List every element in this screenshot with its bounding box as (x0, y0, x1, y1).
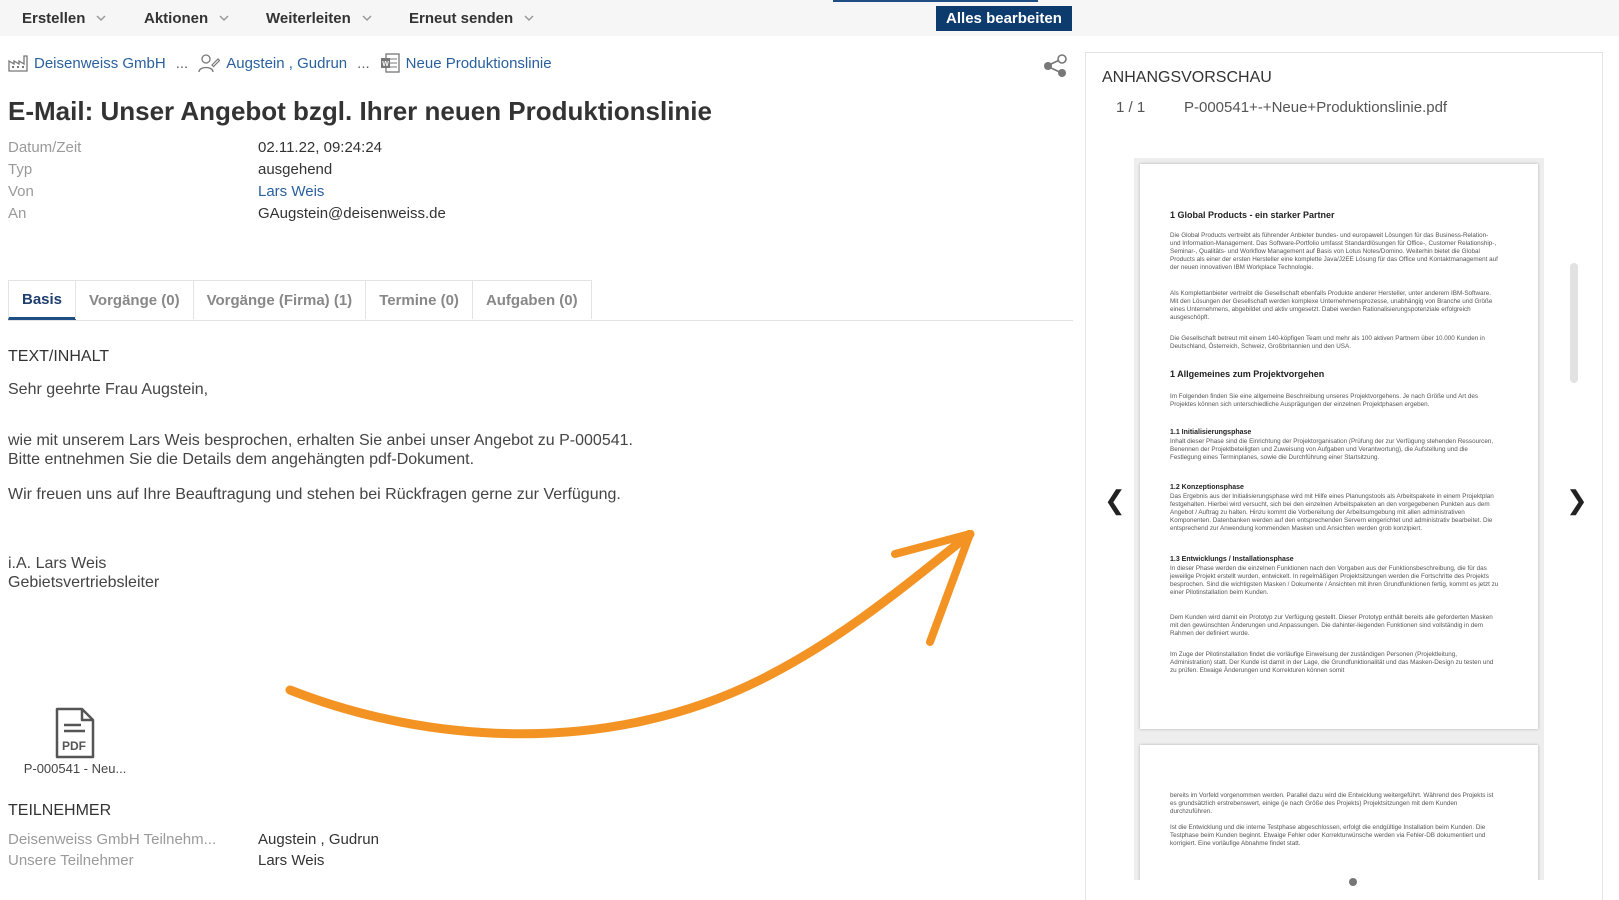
email-body-line: Bitte entnehmen Sie die Details dem ange… (8, 451, 475, 468)
participant-row: Unsere Teilnehmer Lars Weis (8, 852, 324, 869)
doc-paragraph: Im Zuge der Pilotinstallation findet die… (1170, 651, 1494, 674)
preview-scrollbar[interactable] (1570, 158, 1578, 858)
meta-label: Von (8, 182, 34, 200)
doc-subheading: 1.3 Entwicklungs / Installationsphase (1170, 556, 1294, 563)
meta-value: ausgehend (258, 160, 333, 178)
toolbar-accent-line (833, 0, 1038, 2)
aktionen-menu[interactable]: Aktionen (144, 0, 230, 36)
doc-paragraph: Als Komplettanbieter vertreibt die Gesel… (1170, 290, 1493, 321)
attachment-label: P-000541 - Neu... (23, 761, 127, 776)
teilnehmer-heading: TEILNEHMER (8, 802, 112, 819)
word-document-icon: W (380, 53, 400, 73)
doc-paragraph: Inhalt dieser Phase sind die Einrichtung… (1170, 438, 1494, 461)
meta-label: Typ (8, 160, 33, 178)
email-signature-name: i.A. Lars Weis (8, 555, 107, 572)
participant-value: Augstein , Gudrun (258, 831, 379, 848)
erneut-senden-menu[interactable]: Erneut senden (409, 0, 535, 36)
pdf-attachment[interactable]: PDF P-000541 - Neu... (20, 707, 130, 776)
meta-value: 02.11.22, 09:24:24 (258, 138, 382, 156)
doc-subheading: 1.1 Initialisierungsphase (1170, 429, 1252, 436)
participant-value: Lars Weis (258, 852, 325, 869)
attachment-preview-panel: ANHANGSVORSCHAU 1 / 1 P-000541+-+Neue+Pr… (1085, 52, 1603, 900)
breadcrumb-separator: ... (357, 54, 370, 72)
chevron-down-icon (524, 15, 534, 22)
decorative-arrow (285, 530, 975, 739)
erstellen-label: Erstellen (22, 9, 86, 27)
pdf-page: bereits im Vorfeld vorgenommen werden. P… (1140, 745, 1538, 880)
preview-document-area[interactable]: 1 Global Products - ein starker Partner … (1134, 158, 1544, 880)
scrollbar-thumb[interactable] (1570, 263, 1578, 383)
contact-edit-icon (198, 54, 221, 73)
preview-filename: P-000541+-+Neue+Produktionslinie.pdf (1184, 99, 1448, 116)
meta-row-typ: Typ ausgehend (8, 158, 708, 180)
sender-link[interactable]: Lars Weis (258, 183, 324, 200)
preview-page-count: 1 / 1 (1116, 99, 1146, 116)
meta-row-datum: Datum/Zeit 02.11.22, 09:24:24 (8, 136, 708, 158)
breadcrumb-project-label: Neue Produktionslinie (405, 54, 552, 72)
breadcrumb-separator: ... (175, 54, 189, 72)
doc-subheading: 1.2 Konzeptionsphase (1170, 484, 1244, 491)
doc-paragraph: Das Ergebnis aus der Initialisierungspha… (1170, 493, 1494, 532)
doc-paragraph: Die Global Products vertreibt als führen… (1170, 232, 1498, 271)
doc-paragraph: Ist die Entwicklung und die interne Test… (1170, 824, 1486, 847)
weiterleiten-menu[interactable]: Weiterleiten (266, 0, 373, 36)
tab-vorgaenge-firma[interactable]: Vorgänge (Firma) (1) (192, 280, 367, 319)
breadcrumb-contact-label: Augstein , Gudrun (226, 54, 348, 72)
factory-icon (8, 55, 28, 72)
tab-vorgaenge[interactable]: Vorgänge (0) (75, 280, 194, 319)
preview-prev-button[interactable]: ❮ (1104, 485, 1126, 516)
doc-paragraph: Im Folgenden finden Sie eine allgemeine … (1170, 393, 1479, 408)
email-greeting: Sehr geehrte Frau Augstein, (8, 381, 209, 398)
meta-label: Datum/Zeit (8, 138, 82, 156)
breadcrumb-project[interactable]: W Neue Produktionslinie (380, 53, 552, 73)
toolbar: Erstellen Aktionen Weiterleiten Erneut s… (0, 0, 1619, 36)
doc-heading: 1 Allgemeines zum Projektvorgehen (1170, 369, 1325, 379)
tab-basis[interactable]: Basis (8, 280, 77, 320)
breadcrumb-company[interactable]: Deisenweiss GmbH (8, 54, 166, 72)
erneut-senden-label: Erneut senden (409, 9, 514, 27)
doc-paragraph: Dem Kunden wird damit ein Prototyp zur V… (1170, 614, 1493, 637)
preview-page-indicator[interactable] (1349, 878, 1357, 886)
text-inhalt-heading: TEXT/INHALT (8, 348, 110, 365)
tab-termine[interactable]: Termine (0) (365, 280, 473, 319)
meta-row-an: An GAugstein@deisenweiss.de (8, 202, 708, 224)
participant-label: Unsere Teilnehmer (8, 852, 134, 869)
meta-fields: Datum/Zeit 02.11.22, 09:24:24 Typ ausgeh… (8, 136, 708, 224)
chevron-down-icon (219, 15, 229, 22)
svg-text:W: W (382, 61, 389, 68)
pdf-page: 1 Global Products - ein starker Partner … (1140, 164, 1538, 729)
doc-paragraph: bereits im Vorfeld vorgenommen werden. P… (1170, 792, 1494, 815)
doc-paragraph: In dieser Phase werden die einzelnen Fun… (1170, 565, 1499, 596)
meta-row-von: Von Lars Weis (8, 180, 708, 202)
chevron-down-icon (96, 15, 106, 22)
participant-label: Deisenweiss GmbH Teilnehm... (8, 831, 217, 848)
breadcrumb: Deisenweiss GmbH ... Augstein , Gudrun .… (8, 52, 552, 74)
svg-text:PDF: PDF (62, 739, 86, 753)
tab-bar: Basis Vorgänge (0) Vorgänge (Firma) (1) … (8, 280, 1073, 321)
breadcrumb-company-label: Deisenweiss GmbH (34, 54, 166, 72)
tab-aufgaben[interactable]: Aufgaben (0) (471, 280, 592, 319)
email-body-line: Wir freuen uns auf Ihre Beauftragung und… (8, 486, 621, 503)
preview-title: ANHANGSVORSCHAU (1102, 69, 1272, 86)
doc-paragraph: Die Gesellschaft betreut mit einem 140-k… (1170, 335, 1485, 350)
aktionen-label: Aktionen (144, 9, 209, 27)
email-signature-title: Gebietsvertriebsleiter (8, 574, 160, 591)
pdf-file-icon: PDF (55, 707, 95, 759)
erstellen-menu[interactable]: Erstellen (22, 0, 107, 36)
meta-label: An (8, 204, 27, 222)
email-body-line: wie mit unserem Lars Weis besprochen, er… (8, 432, 633, 449)
chevron-down-icon (362, 15, 372, 22)
recipient-email: GAugstein@deisenweiss.de (258, 204, 446, 222)
share-network-icon[interactable] (1040, 52, 1070, 80)
doc-heading: 1 Global Products - ein starker Partner (1170, 210, 1335, 220)
alles-bearbeiten-button[interactable]: Alles bearbeiten (936, 6, 1072, 31)
weiterleiten-label: Weiterleiten (266, 9, 351, 27)
breadcrumb-contact[interactable]: Augstein , Gudrun (198, 53, 347, 73)
page-title: E-Mail: Unser Angebot bzgl. Ihrer neuen … (8, 96, 712, 126)
participant-row: Deisenweiss GmbH Teilnehm... Augstein , … (8, 831, 379, 848)
